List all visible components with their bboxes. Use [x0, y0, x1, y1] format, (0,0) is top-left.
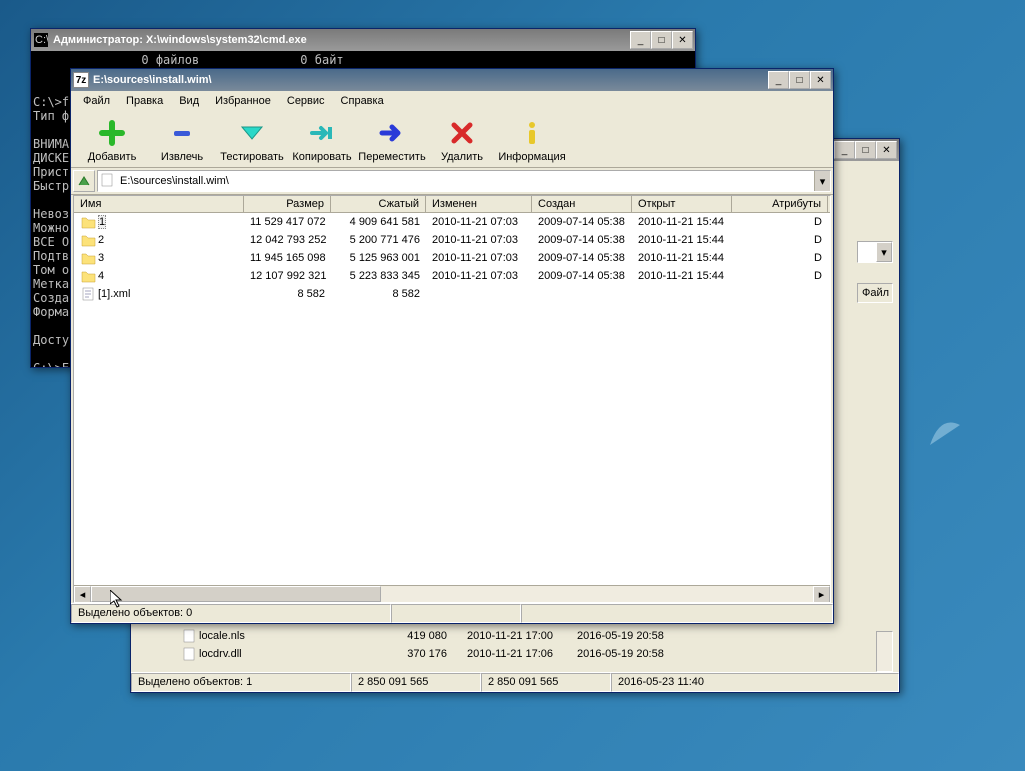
folder-icon [80, 268, 96, 284]
chevron-down-icon[interactable]: ▾ [876, 242, 892, 262]
delete-icon [446, 117, 478, 149]
scroll-thumb[interactable] [91, 586, 381, 602]
bg7z-row-locale[interactable]: locale.nls 419 080 2010-11-21 17:00 2016… [181, 627, 687, 645]
move-icon [376, 117, 408, 149]
move-button[interactable]: Переместить [357, 117, 427, 163]
cmd-title: Администратор: X:\windows\system32\cmd.e… [53, 34, 630, 46]
bg7z-statusbar: Выделено объектов: 1 2 850 091 565 2 850… [131, 672, 899, 692]
column-headers: Имя Размер Сжатый Изменен Создан Открыт … [74, 196, 830, 213]
file-icon [100, 173, 116, 189]
list-row[interactable]: 311 945 165 0985 125 963 0012010-11-21 0… [74, 249, 830, 267]
list-row[interactable]: 111 529 417 0724 909 641 5812010-11-21 0… [74, 213, 830, 231]
svg-text:C:\: C:\ [35, 34, 48, 46]
bg7z-row-locdrv[interactable]: locdrv.dll 370 176 2010-11-21 17:06 2016… [181, 645, 687, 663]
bg7z-close-button[interactable]: ✕ [876, 141, 897, 159]
close-button[interactable]: ✕ [810, 71, 831, 89]
cmd-maximize-button[interactable]: □ [651, 31, 672, 49]
bg7z-vscroll[interactable] [876, 631, 893, 672]
extract-icon [166, 117, 198, 149]
scroll-right-button[interactable]: ▸ [813, 586, 830, 603]
list-row[interactable]: [1].xml8 5828 582 [74, 285, 830, 303]
up-button[interactable] [73, 170, 95, 192]
address-input[interactable]: E:\sources\install.wim\ ▾ [97, 170, 831, 192]
7zip-icon: 7z [73, 72, 89, 88]
info-button[interactable]: Информация [497, 117, 567, 163]
scroll-left-button[interactable]: ◂ [74, 586, 91, 603]
col-name[interactable]: Имя [74, 196, 244, 212]
wallpaper-decoration [925, 410, 965, 450]
folder-icon [80, 232, 96, 248]
copy-icon [306, 117, 338, 149]
address-dropdown-button[interactable]: ▾ [814, 171, 830, 191]
test-button[interactable]: Тестировать [217, 117, 287, 163]
folder-icon [80, 214, 96, 230]
cmd-icon: C:\ [33, 32, 49, 48]
col-created[interactable]: Создан [532, 196, 632, 212]
col-modified[interactable]: Изменен [426, 196, 532, 212]
7zip-window: 7z E:\sources\install.wim\ _ □ ✕ ФайлПра… [70, 68, 834, 624]
cmd-titlebar[interactable]: C:\ Администратор: X:\windows\system32\c… [31, 29, 695, 51]
bg7z-combo[interactable]: ▾ [857, 241, 893, 263]
col-opened[interactable]: Открыт [632, 196, 732, 212]
extract-button[interactable]: Извлечь [147, 117, 217, 163]
col-packed[interactable]: Сжатый [331, 196, 426, 212]
file-icon [181, 646, 197, 662]
menubar: ФайлПравкаВидИзбранноеСервисСправка [71, 91, 833, 111]
maximize-button[interactable]: □ [789, 71, 810, 89]
bg7z-maximize-button[interactable]: □ [855, 141, 876, 159]
status-selection: Выделено объектов: 0 [71, 604, 391, 623]
add-button[interactable]: Добавить [77, 117, 147, 163]
scroll-track[interactable] [91, 586, 813, 602]
folder-icon [80, 250, 96, 266]
info-icon [516, 117, 548, 149]
file-icon [181, 628, 197, 644]
7zip-title: E:\sources\install.wim\ [93, 74, 768, 86]
bg7z-minimize-button[interactable]: _ [834, 141, 855, 159]
bg7z-file-cell: Файл [857, 283, 893, 303]
cmd-close-button[interactable]: ✕ [672, 31, 693, 49]
menu-справка[interactable]: Справка [333, 93, 392, 109]
address-path: E:\sources\install.wim\ [118, 175, 814, 187]
add-icon [96, 117, 128, 149]
col-attr[interactable]: Атрибуты [732, 196, 828, 212]
menu-вид[interactable]: Вид [171, 93, 207, 109]
test-icon [236, 117, 268, 149]
menu-сервис[interactable]: Сервис [279, 93, 333, 109]
file-icon [80, 286, 96, 302]
menu-избранное[interactable]: Избранное [207, 93, 279, 109]
addressbar: E:\sources\install.wim\ ▾ [71, 168, 833, 195]
horizontal-scrollbar[interactable]: ◂ ▸ [74, 585, 830, 602]
menu-правка[interactable]: Правка [118, 93, 171, 109]
list-row[interactable]: 412 107 992 3215 223 833 3452010-11-21 0… [74, 267, 830, 285]
statusbar: Выделено объектов: 0 [71, 603, 833, 623]
menu-файл[interactable]: Файл [75, 93, 118, 109]
toolbar: ДобавитьИзвлечьТестироватьКопироватьПере… [71, 111, 833, 168]
file-list: Имя Размер Сжатый Изменен Создан Открыт … [73, 195, 831, 603]
cmd-minimize-button[interactable]: _ [630, 31, 651, 49]
delete-button[interactable]: Удалить [427, 117, 497, 163]
copy-button[interactable]: Копировать [287, 117, 357, 163]
list-row[interactable]: 212 042 793 2525 200 771 4762010-11-21 0… [74, 231, 830, 249]
col-size[interactable]: Размер [244, 196, 331, 212]
7zip-titlebar[interactable]: 7z E:\sources\install.wim\ _ □ ✕ [71, 69, 833, 91]
minimize-button[interactable]: _ [768, 71, 789, 89]
